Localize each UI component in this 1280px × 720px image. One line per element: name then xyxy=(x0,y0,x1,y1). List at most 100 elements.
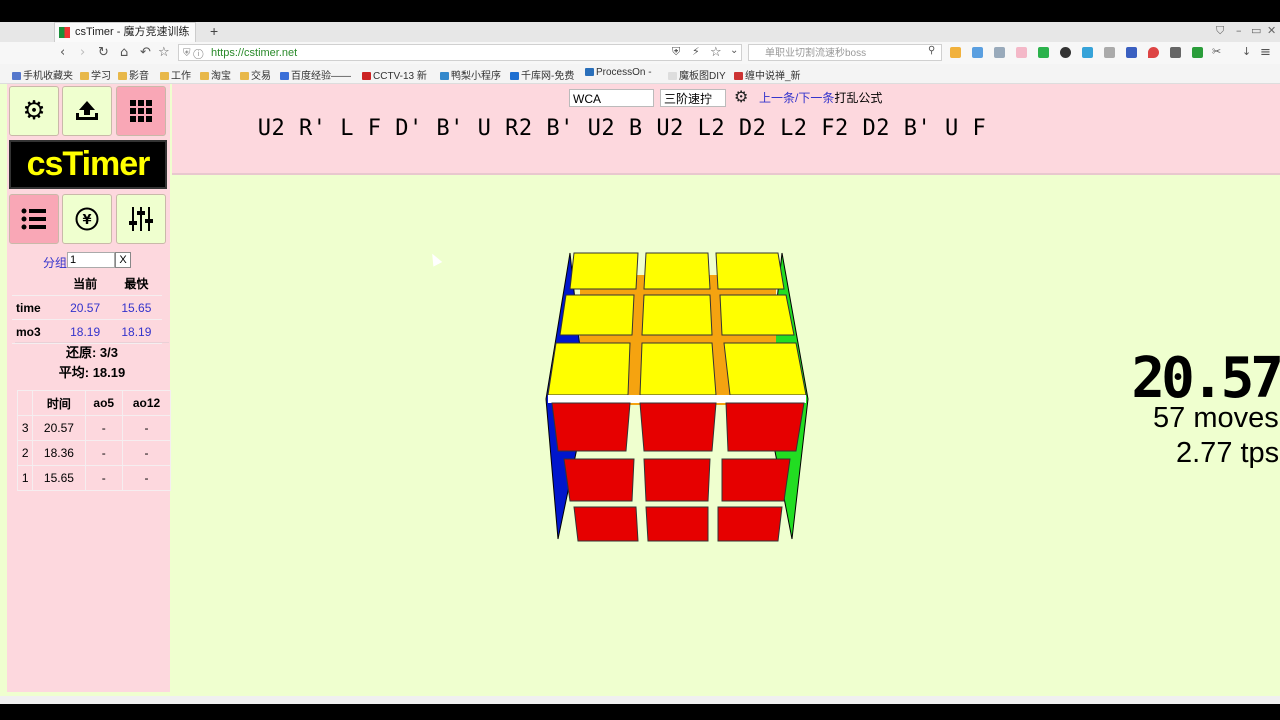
bookmark-item[interactable]: 缠中说禅_新 xyxy=(734,67,801,82)
stat-best-value[interactable]: 15.65 xyxy=(110,295,162,320)
extension-cloud-icon[interactable] xyxy=(972,47,983,58)
menu-icon[interactable]: ≡ xyxy=(1260,45,1271,60)
bookmark-item[interactable]: 魔板图DIY xyxy=(668,67,726,82)
bookmark-item[interactable]: ProcessOn - xyxy=(585,67,652,78)
new-tab-button[interactable]: + xyxy=(210,23,218,39)
sticker-red xyxy=(643,458,711,502)
bookmark-item[interactable]: 手机收藏夹 xyxy=(12,67,73,82)
close-window-icon[interactable]: ✕ xyxy=(1267,24,1276,37)
forward-icon[interactable]: › xyxy=(80,45,85,60)
bookmark-star-icon[interactable]: ☆ xyxy=(710,45,722,60)
session-list-button[interactable] xyxy=(9,194,59,244)
ao12-header: ao12 xyxy=(121,390,172,416)
bookmark-item[interactable]: 百度经验—— xyxy=(280,67,351,82)
wechat-icon[interactable] xyxy=(1038,47,1049,58)
status-bar xyxy=(0,696,1280,704)
bookmark-item[interactable]: 学习 xyxy=(80,67,111,82)
sticker-red xyxy=(717,506,783,542)
star-icon[interactable]: ☆ xyxy=(158,45,170,60)
scissors-icon[interactable]: ✂ xyxy=(1212,45,1221,58)
next-scramble-link[interactable]: 下一条 xyxy=(798,91,834,105)
bookmark-item[interactable]: CCTV-13 新 xyxy=(362,67,427,82)
extension-cube-icon[interactable] xyxy=(1126,47,1137,58)
bookmark-item[interactable]: 影音 xyxy=(118,67,149,82)
stat-best-value[interactable]: 18.19 xyxy=(110,319,162,344)
extension-game-icon[interactable] xyxy=(1016,47,1027,58)
row-time[interactable]: 18.36 xyxy=(32,440,86,466)
undo-icon[interactable]: ↶ xyxy=(140,45,151,60)
bookmark-item[interactable]: 千库网-免费 xyxy=(510,67,574,82)
nav-bar: ‹ › ↻ ⌂ ↶ ☆ ⛨ ⓘ https://cstimer.net ⛨ ⚡ … xyxy=(0,42,1280,64)
row-ao12[interactable]: - xyxy=(121,415,172,441)
bookmark-item[interactable]: 工作 xyxy=(160,67,191,82)
session-summary[interactable]: 还原: 3/3 平均: 18.19 xyxy=(15,342,169,383)
address-bar[interactable]: ⛨ ⓘ https://cstimer.net xyxy=(178,44,742,61)
minimize-icon[interactable]: – xyxy=(1236,24,1242,37)
search-input[interactable]: 单职业切割流速秒boss xyxy=(748,44,942,61)
home-icon[interactable]: ⌂ xyxy=(120,45,128,60)
skin-icon[interactable]: ⛉ xyxy=(1216,24,1224,38)
search-icon[interactable]: ⚲ xyxy=(928,45,935,56)
row-time[interactable]: 20.57 xyxy=(32,415,86,441)
prev-scramble-link[interactable]: 上一条 xyxy=(759,91,795,105)
best-header: 最快 xyxy=(110,272,162,296)
location-pin-icon[interactable] xyxy=(1148,47,1159,58)
current-header: 当前 xyxy=(59,272,111,296)
row-ao12[interactable]: - xyxy=(121,465,172,491)
back-icon[interactable]: ‹ xyxy=(60,45,65,60)
puzzle-select[interactable]: 三阶速拧 xyxy=(660,89,726,107)
row-ao5[interactable]: - xyxy=(84,440,123,466)
maximize-icon[interactable]: ▭ xyxy=(1251,24,1261,37)
dropdown-icon[interactable]: ⌄ xyxy=(730,45,738,56)
extension-screen-icon[interactable] xyxy=(1082,47,1093,58)
extension-grid-icon[interactable] xyxy=(950,47,961,58)
scramble-nav: 上一条/下一条打乱公式 xyxy=(759,89,882,106)
cstimer-logo[interactable]: csTimer xyxy=(9,140,167,189)
export-button[interactable] xyxy=(62,86,112,136)
download-icon[interactable]: ↓ xyxy=(1242,45,1251,58)
security-shield-icon[interactable] xyxy=(1192,47,1203,58)
scramble-settings-gear-icon[interactable]: ⚙ xyxy=(734,87,748,106)
sticker-yellow xyxy=(715,252,785,290)
sticker-red xyxy=(563,458,635,502)
extension-x-icon[interactable] xyxy=(1104,47,1115,58)
stat-row-time: time 20.57 15.65 xyxy=(12,295,162,320)
tools-button[interactable] xyxy=(116,194,166,244)
shield-icon[interactable]: ⛨ xyxy=(672,45,680,59)
scramble-tools-button[interactable] xyxy=(116,86,166,136)
bookmark-item[interactable]: 淘宝 xyxy=(200,67,231,82)
row-time[interactable]: 15.65 xyxy=(32,465,86,491)
extension-circle-icon[interactable] xyxy=(1060,47,1071,58)
settings-button[interactable]: ⚙ xyxy=(9,86,59,136)
scramble-panel: WCA 三阶速拧 ⚙ 上一条/下一条打乱公式 U2 R' L F D' B' U… xyxy=(172,84,1280,175)
browser-tab[interactable]: csTimer - 魔方竞速训练 xyxy=(54,22,196,42)
row-ao12[interactable]: - xyxy=(121,440,172,466)
session-label[interactable]: 分组 xyxy=(43,254,67,271)
lightning-icon[interactable]: ⚡ xyxy=(692,45,700,58)
reload-icon[interactable]: ↻ xyxy=(98,45,109,60)
bookmark-item[interactable]: 交易 xyxy=(240,67,271,82)
session-select[interactable]: 1 xyxy=(67,252,115,268)
stat-current-value[interactable]: 18.19 xyxy=(59,319,111,344)
donate-button[interactable]: ¥ xyxy=(62,194,112,244)
bookmark-item[interactable]: 鸭梨小程序 xyxy=(440,67,501,82)
extension-pen-icon[interactable] xyxy=(1170,47,1181,58)
sticker-yellow xyxy=(719,294,795,336)
cstimer-favicon-icon xyxy=(59,27,70,38)
scramble-type-select[interactable]: WCA xyxy=(569,89,654,107)
row-ao5[interactable]: - xyxy=(84,465,123,491)
session-clear-button[interactable]: X xyxy=(115,252,131,268)
sticker-red xyxy=(721,458,791,502)
browser-window: csTimer - 魔方竞速训练 + ⛉ – ▭ ✕ ‹ › ↻ ⌂ ↶ ☆ ⛨… xyxy=(0,22,1280,704)
row-index: 1 xyxy=(16,465,34,491)
bookmarks-bar: 手机收藏夹 学习 影音 工作 淘宝 交易 百度经验—— CCTV-13 新 鸭梨… xyxy=(0,64,1280,84)
lock-icon: ⛨ ⓘ xyxy=(183,48,204,59)
extension-bird-icon[interactable] xyxy=(994,47,1005,58)
upload-icon xyxy=(76,101,98,120)
sticker-yellow xyxy=(569,252,639,290)
stat-current-value[interactable]: 20.57 xyxy=(59,295,111,320)
scramble-text[interactable]: U2 R' L F D' B' U R2 B' U2 B U2 L2 D2 L2… xyxy=(172,116,1072,141)
url-text: https://cstimer.net xyxy=(211,47,298,59)
row-ao5[interactable]: - xyxy=(84,415,123,441)
session-mean: 平均: 18.19 xyxy=(58,365,126,380)
